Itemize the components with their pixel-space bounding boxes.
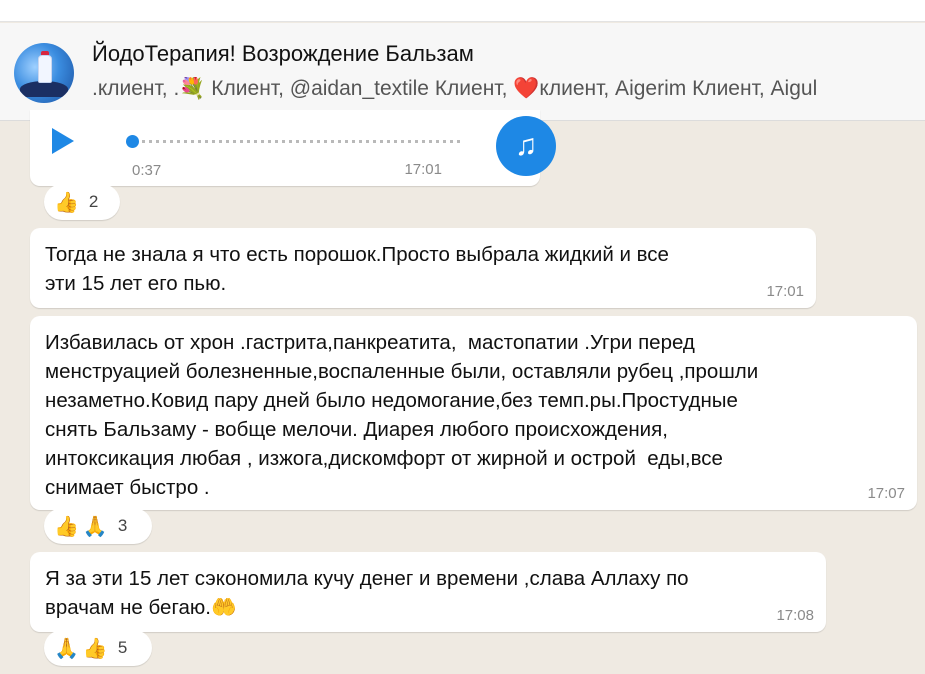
message-time: 17:08 xyxy=(776,607,814,624)
reactions-message-3[interactable]: 🙏 👍 5 xyxy=(44,630,152,666)
message-text: Тогда не знала я что есть порошок.Просто… xyxy=(45,243,669,295)
message-list[interactable]: 0:37 17:01 ♫ 👍 2 Тогда не знала я что ес… xyxy=(0,110,925,674)
audio-duration: 0:37 xyxy=(132,162,162,179)
message-time: 17:01 xyxy=(766,283,804,300)
message-bubble[interactable]: Избавилась от хрон .гастрита,панкреатита… xyxy=(30,316,917,510)
audio-message[interactable]: 0:37 17:01 ♫ xyxy=(30,110,556,186)
play-icon[interactable] xyxy=(52,128,74,154)
reactions-message-2[interactable]: 👍 🙏 3 xyxy=(44,508,152,544)
chat-participants: .клиент, .💐 Клиент, @aidan_textile Клиен… xyxy=(92,77,818,100)
playback-position-handle[interactable] xyxy=(126,135,139,148)
group-avatar[interactable] xyxy=(14,43,74,103)
thumbs-up-icon: 👍 xyxy=(54,515,79,538)
message-time: 17:01 xyxy=(404,161,442,178)
message-bubble[interactable]: Тогда не знала я что есть порошок.Просто… xyxy=(30,228,816,308)
avatar-bottle xyxy=(38,55,52,83)
praying-hands-icon: 🙏 xyxy=(82,515,108,538)
praying-hands-icon: 🙏 xyxy=(54,637,79,660)
reactions-audio[interactable]: 👍 2 xyxy=(44,184,120,220)
audio-waveform[interactable] xyxy=(142,140,464,143)
music-note-icon[interactable]: ♫ xyxy=(496,116,556,176)
message-time: 17:07 xyxy=(867,485,905,502)
message-bubble[interactable]: Я за эти 15 лет сэкономила кучу денег и … xyxy=(30,552,826,632)
chat-header[interactable]: ЙодоТерапия! Возрождение Бальзам .клиент… xyxy=(0,23,925,121)
reaction-count: 2 xyxy=(88,192,99,211)
avatar-wave xyxy=(20,81,68,97)
chat-title: ЙодоТерапия! Возрождение Бальзам xyxy=(92,41,474,66)
message-text: Я за эти 15 лет сэкономила кучу денег и … xyxy=(45,567,689,619)
reaction-count: 5 xyxy=(117,638,128,657)
window-top-strip xyxy=(0,0,925,22)
audio-player: 0:37 17:01 ♫ xyxy=(30,116,556,186)
thumbs-up-icon: 👍 xyxy=(82,637,108,660)
thumbs-up-icon: 👍 xyxy=(54,191,79,214)
reaction-count: 3 xyxy=(117,516,128,535)
message-text: Избавилась от хрон .гастрита,панкреатита… xyxy=(45,331,759,499)
